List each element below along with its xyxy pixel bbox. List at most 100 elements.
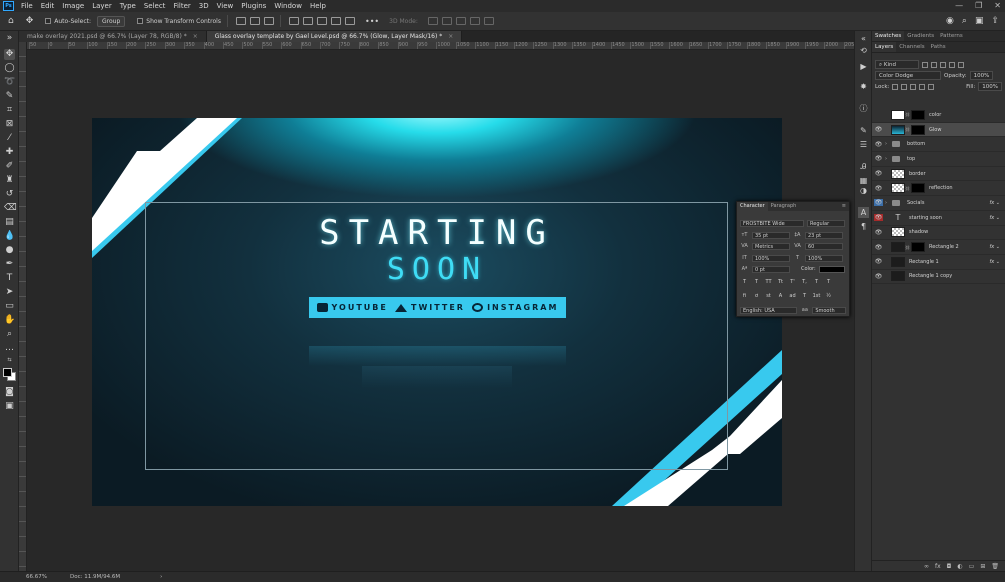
lock-artboard-icon[interactable] (919, 83, 926, 90)
superscript-button[interactable]: T' (788, 279, 797, 286)
layer-row[interactable]: 👁 Rectangle 1 copy (872, 270, 1005, 285)
healing-brush-tool-icon[interactable]: ✚ (4, 147, 15, 158)
tab-swatches[interactable]: Swatches (872, 31, 905, 41)
layer-row[interactable]: ⛓ color (872, 108, 1005, 123)
layer-name[interactable]: Socials (907, 200, 990, 206)
align-middle-icon[interactable] (302, 17, 313, 25)
subscript-button[interactable]: T, (800, 279, 809, 286)
swap-colors-icon[interactable]: ⇆ (4, 355, 15, 366)
baseline-shift-field[interactable]: 0 pt (752, 265, 790, 273)
menu-3d[interactable]: 3D (195, 0, 213, 12)
strikethrough-button[interactable]: T (824, 279, 833, 286)
layer-row[interactable]: 👁 shadow (872, 226, 1005, 241)
tracking-field[interactable]: 60 (805, 242, 843, 250)
faux-italic-button[interactable]: T (752, 279, 761, 286)
3d-camera-icon[interactable] (483, 17, 494, 25)
fractions-button[interactable]: ½ (824, 293, 833, 300)
horizontal-scale-field[interactable]: 100% (805, 254, 843, 262)
close-icon[interactable]: ✕ (994, 0, 1001, 11)
vertical-ruler[interactable] (19, 42, 27, 571)
eraser-tool-icon[interactable]: ⌫ (4, 203, 17, 214)
tab-layers[interactable]: Layers (872, 42, 897, 52)
home-icon[interactable]: ⌂ (8, 16, 14, 26)
collapse-panels-icon[interactable]: « (858, 33, 869, 44)
chevron-right-icon[interactable]: › (883, 141, 889, 147)
rectangle-tool-icon[interactable]: ▭ (4, 301, 15, 312)
visibility-eye-icon[interactable]: 👁 (874, 199, 883, 207)
layer-filter-kind[interactable]: ⌕ Kind (875, 60, 919, 69)
align-right-icon[interactable] (263, 17, 274, 25)
opacity-field[interactable]: 100% (969, 71, 994, 80)
document-canvas[interactable]: STARTING SOON YOUTUBE TWITTER INSTAGRAM (92, 118, 782, 506)
paragraph-panel-icon[interactable]: ¶ (858, 221, 869, 232)
layer-name[interactable]: reflection (929, 185, 1005, 191)
path-select-tool-icon[interactable]: ➤ (4, 287, 15, 298)
layer-mask-thumbnail[interactable] (911, 183, 925, 194)
new-group-icon[interactable]: ▭ (969, 561, 975, 571)
visibility-eye-icon[interactable]: 👁 (874, 229, 883, 236)
visibility-eye-icon[interactable]: 👁 (874, 185, 883, 192)
transform-controls-checkbox[interactable] (137, 18, 144, 24)
layer-name[interactable]: top (907, 156, 1005, 162)
auto-select-option[interactable]: Auto-Select: (45, 18, 91, 25)
layer-row[interactable]: 👁 › top (872, 152, 1005, 167)
menu-file[interactable]: File (17, 0, 37, 12)
tab-glass-overlay[interactable]: Glass overlay template by Gael Level.psd… (206, 31, 463, 42)
layer-row[interactable]: 👁 ⛓ reflection (872, 181, 1005, 197)
fx-icon[interactable]: fx ⌄ (990, 200, 1001, 206)
all-caps-button[interactable]: TT (764, 279, 773, 286)
quick-mask-icon[interactable]: ◙ (4, 387, 15, 398)
layer-thumbnail[interactable] (891, 242, 905, 253)
align-bottom-icon[interactable] (316, 17, 327, 25)
gradient-tool-icon[interactable]: ▤ (4, 217, 15, 228)
layer-name[interactable]: border (909, 171, 1005, 177)
tab-patterns[interactable]: Patterns (937, 31, 966, 41)
document-info[interactable]: Doc: 11.9M/94.6M (70, 574, 120, 580)
pen-tool-icon[interactable]: ✒ (4, 259, 15, 270)
filter-shape-icon[interactable] (949, 61, 955, 68)
panel-menu-icon[interactable]: ≡ (839, 202, 849, 211)
distribute-horizontal-icon[interactable] (344, 17, 355, 25)
layer-name[interactable]: shadow (909, 229, 1005, 235)
layer-thumbnail[interactable] (891, 109, 905, 120)
new-layer-icon[interactable]: ⊞ (980, 561, 985, 571)
brush-tool-icon[interactable]: ✐ (4, 161, 15, 172)
restore-icon[interactable]: ❐ (975, 0, 982, 11)
status-menu-icon[interactable]: › (160, 574, 162, 580)
kerning-field[interactable]: Metrics (752, 242, 790, 250)
menu-window[interactable]: Window (270, 0, 306, 12)
close-tab-icon[interactable]: × (448, 33, 453, 40)
distribute-icon[interactable] (330, 17, 341, 25)
auto-select-dropdown[interactable]: Group (97, 15, 126, 27)
type-tool-icon[interactable]: T (4, 273, 15, 284)
mask-link-icon[interactable]: ⛓ (905, 112, 910, 117)
share-icon[interactable]: ◉ (946, 16, 954, 26)
layer-thumbnail[interactable] (891, 271, 905, 282)
font-style-select[interactable]: Regular (807, 219, 845, 227)
layer-row[interactable]: 👁 ⛓ Rectangle 2 fx ⌄ (872, 240, 1005, 255)
close-tab-icon[interactable]: × (193, 33, 198, 40)
tab-make-overlay[interactable]: make overlay 2021.psd @ 66.7% (Layer 78,… (19, 31, 207, 42)
search-icon[interactable]: ⌕ (962, 16, 967, 26)
font-family-select[interactable]: FROSTBITE Wide (740, 219, 804, 227)
edit-toolbar-icon[interactable]: … (4, 343, 15, 354)
lasso-tool-icon[interactable]: ➰ (4, 77, 15, 88)
workspace-icon[interactable]: ▣ (975, 16, 984, 26)
mask-link-icon[interactable]: ⛓ (905, 186, 910, 191)
screen-mode-icon[interactable]: ▣ (4, 401, 15, 412)
blur-tool-icon[interactable]: 💧 (4, 231, 15, 242)
3d-roll-icon[interactable] (441, 17, 452, 25)
color-icon[interactable]: ◑ (858, 185, 869, 196)
fx-icon[interactable]: fx ⌄ (990, 259, 1001, 265)
layer-thumbnail[interactable] (891, 183, 905, 194)
font-size-field[interactable]: 35 pt (752, 231, 790, 239)
layer-name[interactable]: Rectangle 1 copy (909, 273, 1005, 279)
visibility-eye-icon[interactable]: 👁 (874, 244, 883, 251)
zoom-level[interactable]: 66.67% (0, 574, 62, 580)
visibility-eye-icon[interactable]: 👁 (874, 214, 883, 222)
history-brush-tool-icon[interactable]: ↺ (4, 189, 15, 200)
align-left-icon[interactable] (235, 17, 246, 25)
character-panel-icon[interactable]: A (858, 207, 869, 218)
menu-help[interactable]: Help (306, 0, 330, 12)
menu-edit[interactable]: Edit (37, 0, 59, 12)
